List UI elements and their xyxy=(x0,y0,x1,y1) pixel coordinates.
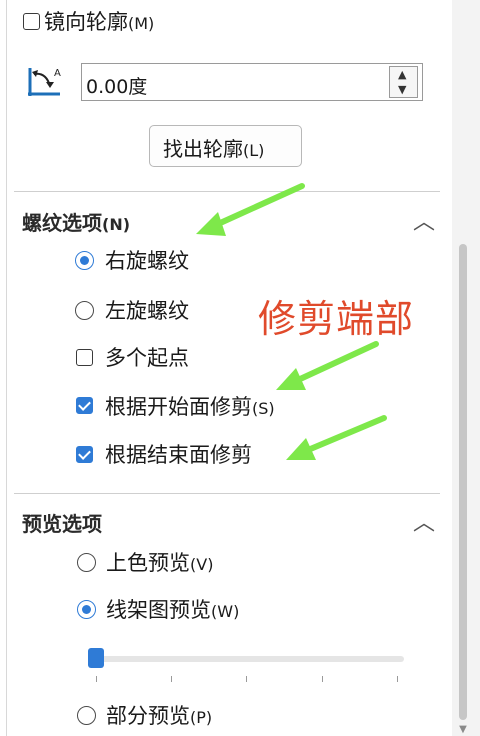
annotation-arrow xyxy=(305,415,387,453)
annotation-arrow xyxy=(215,183,305,227)
annotation-arrows xyxy=(196,183,387,460)
annotation-arrow xyxy=(295,341,379,383)
scroll-down-icon[interactable]: ▼ xyxy=(456,724,470,736)
annotation-arrowhead xyxy=(196,212,226,236)
scrollbar-thumb[interactable] xyxy=(459,244,467,720)
